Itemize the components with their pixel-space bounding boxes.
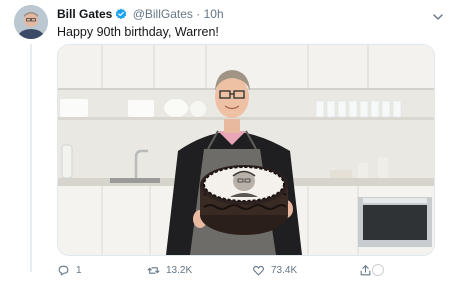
tweet-card[interactable]: Bill Gates @BillGates · 10h Happy 90th b… [0, 0, 466, 281]
retweet-count: 13.2K [166, 264, 193, 276]
retweet-icon [147, 266, 160, 274]
watermark-circle-icon [372, 264, 384, 276]
chevron-down-icon[interactable] [432, 9, 444, 20]
author-name[interactable]: Bill Gates [57, 7, 112, 21]
verified-badge-icon [115, 8, 127, 20]
avatar[interactable] [14, 5, 48, 39]
share-icon [360, 264, 371, 275]
author-handle[interactable]: @BillGates [133, 7, 193, 21]
reply-icon [58, 265, 69, 275]
reply-count: 1 [76, 264, 82, 276]
separator-dot: · [196, 7, 201, 21]
heart-icon [253, 265, 264, 275]
watermark-logo [372, 262, 384, 278]
thread-line [30, 44, 32, 272]
tweet-header: Bill Gates @BillGates · 10h [57, 7, 224, 21]
tweet-text: Happy 90th birthday, Warren! [57, 25, 219, 39]
tweet-time[interactable]: 10h [204, 7, 224, 21]
retweet-button[interactable]: 13.2K [147, 262, 192, 278]
share-button[interactable] [359, 262, 372, 278]
like-button[interactable]: 73.4K [252, 262, 297, 278]
tweet-actions: 1 13.2K 73.4K [57, 262, 457, 278]
tweet-photo[interactable] [57, 44, 435, 256]
reply-button[interactable]: 1 [57, 262, 82, 278]
like-count: 73.4K [271, 264, 298, 276]
